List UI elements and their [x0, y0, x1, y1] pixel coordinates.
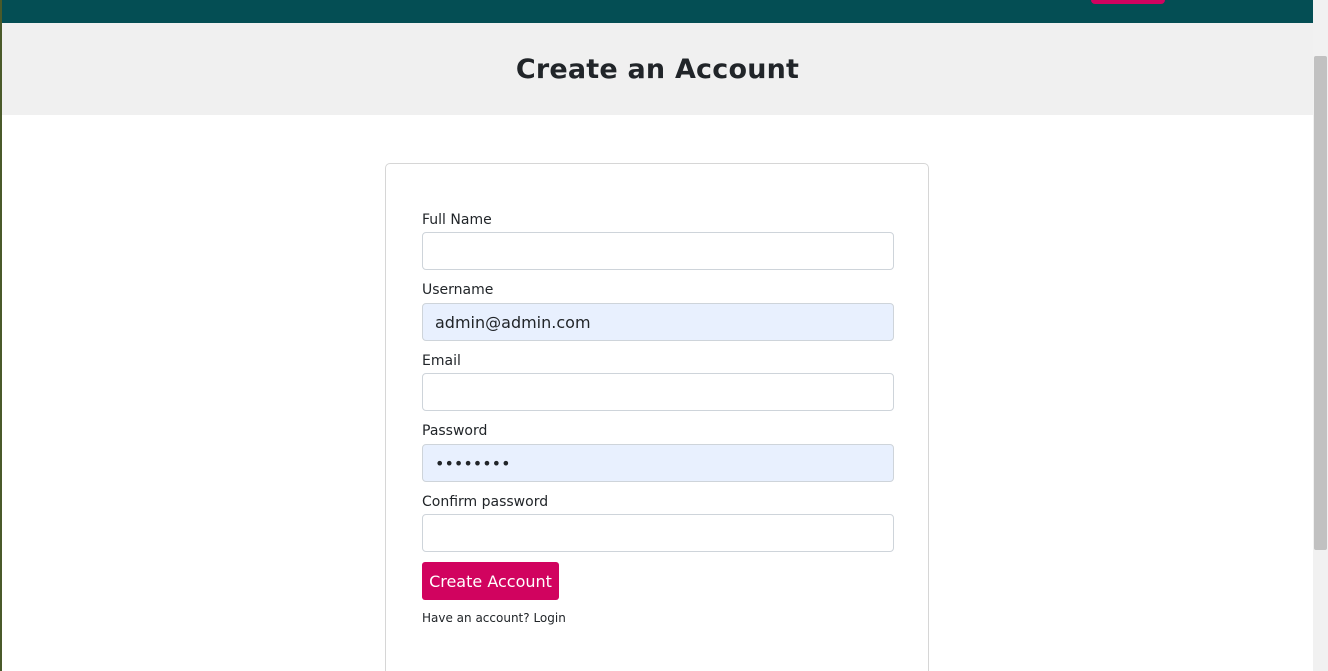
page-header: Create an Account: [2, 23, 1313, 115]
username-input[interactable]: [422, 303, 894, 341]
have-account-text: Have an account?: [422, 611, 530, 625]
full-name-input[interactable]: [422, 232, 894, 270]
password-label: Password: [422, 423, 488, 439]
scrollbar-thumb[interactable]: [1314, 56, 1327, 550]
full-name-label: Full Name: [422, 212, 492, 228]
username-label: Username: [422, 282, 494, 298]
login-prompt: Have an account? Login: [422, 611, 566, 625]
navbar-accent-button[interactable]: [1091, 0, 1165, 4]
login-link[interactable]: Login: [533, 611, 565, 625]
confirm-password-label: Confirm password: [422, 494, 549, 510]
create-account-button[interactable]: Create Account: [422, 562, 559, 600]
password-input[interactable]: [422, 444, 894, 482]
email-input[interactable]: [422, 373, 894, 411]
page-frame: Create an Account Full Name Username Ema…: [0, 0, 1328, 671]
confirm-password-input[interactable]: [422, 514, 894, 552]
page-title: Create an Account: [515, 53, 800, 85]
email-label: Email: [422, 353, 461, 369]
